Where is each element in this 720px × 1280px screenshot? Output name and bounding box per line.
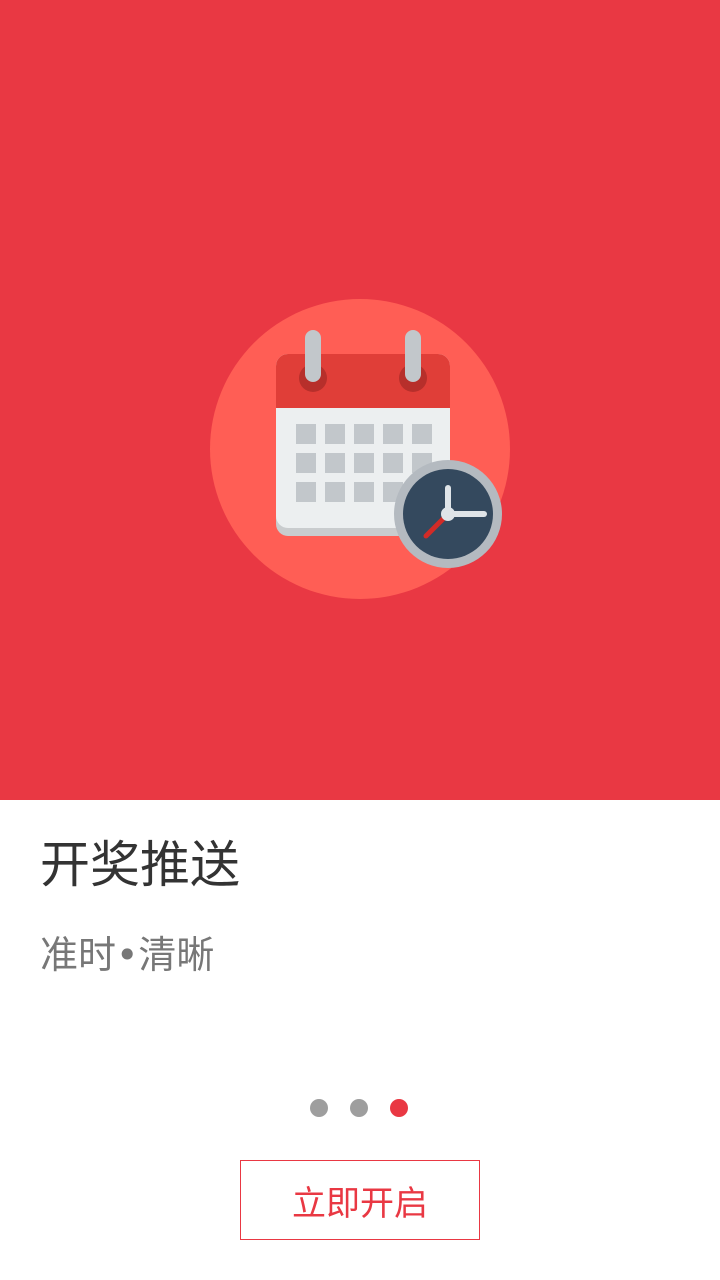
page-subtitle: 准时•清晰: [40, 933, 215, 977]
page-dot-3-active[interactable]: [390, 1099, 408, 1117]
calendar-clock-icon: [210, 299, 510, 599]
hero-banner: [0, 0, 720, 800]
enable-now-button[interactable]: 立即开启: [240, 1160, 480, 1240]
page-indicator: [310, 1099, 408, 1117]
calendar-ring-right: [405, 330, 421, 382]
page-dot-2[interactable]: [350, 1099, 368, 1117]
calendar-ring-left: [305, 330, 321, 382]
clock-icon: [394, 460, 502, 568]
page-dot-1[interactable]: [310, 1099, 328, 1117]
page-title: 开奖推送: [40, 836, 240, 894]
